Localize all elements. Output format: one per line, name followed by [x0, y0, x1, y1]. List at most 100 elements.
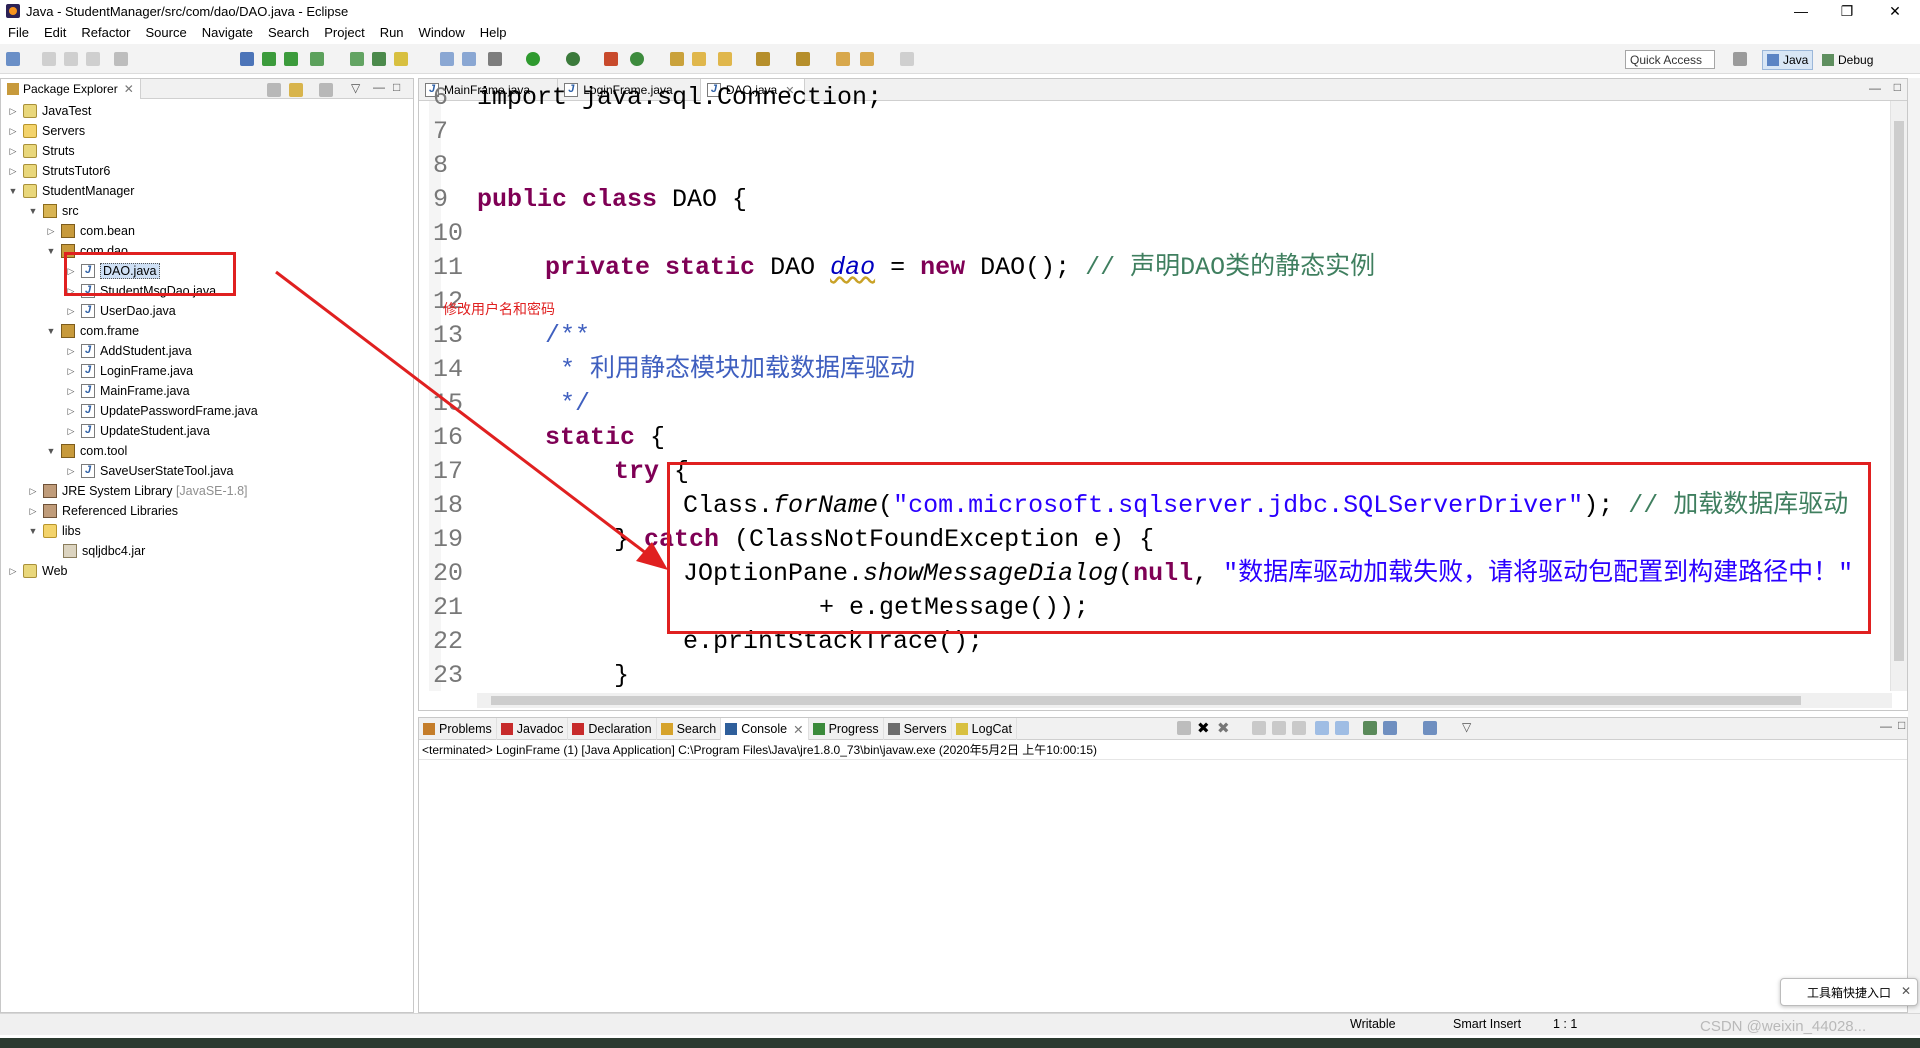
chevron-right-icon[interactable]: ▷	[7, 106, 19, 117]
package-explorer-tab[interactable]: Package Explorer ✕	[1, 78, 141, 99]
view-menu-icon[interactable]	[319, 83, 333, 97]
highlight-icon[interactable]	[394, 52, 408, 66]
print-icon[interactable]	[86, 52, 100, 66]
forward-icon[interactable]	[900, 52, 914, 66]
tree-item-updatestudent-java[interactable]: ▷ UpdateStudent.java	[65, 421, 210, 441]
tab-search[interactable]: Search	[657, 718, 722, 740]
tab-declaration[interactable]: Declaration	[568, 718, 657, 740]
chevron-right-icon[interactable]: ▷	[65, 466, 77, 477]
new-icon[interactable]	[6, 52, 20, 66]
chevron-right-icon[interactable]: ▷	[65, 406, 77, 417]
tree-item-javatest[interactable]: ▷ JavaTest	[7, 101, 91, 121]
minimize-icon[interactable]: —	[1778, 0, 1824, 22]
tree-item-struts[interactable]: ▷ Struts	[7, 141, 75, 161]
tree-item-loginframe-java[interactable]: ▷ LoginFrame.java	[65, 361, 193, 381]
word-wrap-icon[interactable]	[1292, 721, 1306, 735]
tab-logcat[interactable]: LogCat	[952, 718, 1017, 740]
tree-item-studentmanager[interactable]: ▼ StudentManager	[7, 181, 134, 201]
tree-item-com-tool[interactable]: ▼ com.tool	[45, 441, 127, 461]
view-menu-icon[interactable]: ▽	[1462, 720, 1471, 734]
menu-help[interactable]: Help	[480, 25, 507, 40]
refresh-icon[interactable]	[350, 52, 364, 66]
editor-vertical-scrollbar[interactable]	[1890, 101, 1907, 691]
close-view-icon[interactable]: ✕	[124, 82, 134, 96]
coverage-icon[interactable]	[566, 52, 580, 66]
chevron-right-icon[interactable]: ▷	[65, 346, 77, 357]
remove-launch-icon[interactable]: ✖	[1197, 719, 1210, 737]
chevron-right-icon[interactable]: ▷	[65, 386, 77, 397]
minimize-view-icon[interactable]: ▽	[351, 81, 360, 95]
show-stdout-icon[interactable]	[1315, 721, 1329, 735]
chevron-right-icon[interactable]: ▷	[7, 146, 19, 157]
display-console-icon[interactable]	[1383, 721, 1397, 735]
maximize-editor-icon[interactable]: □	[1894, 80, 1901, 94]
menu-project[interactable]: Project	[324, 25, 364, 40]
save-icon[interactable]	[42, 52, 56, 66]
menu-source[interactable]: Source	[146, 25, 187, 40]
toolbox-shortcut-popup[interactable]: 工具箱快捷入口 ✕	[1780, 978, 1918, 1006]
toggle-icon[interactable]	[440, 52, 454, 66]
chevron-down-icon[interactable]: ▼	[45, 246, 57, 256]
tree-item-referenced-libraries[interactable]: ▷ Referenced Libraries	[27, 501, 178, 521]
run-icon[interactable]	[526, 52, 540, 66]
save-all-icon[interactable]	[64, 52, 78, 66]
close-popup-icon[interactable]: ✕	[1901, 984, 1911, 998]
scroll-thumb[interactable]	[491, 696, 1801, 705]
menu-file[interactable]: File	[8, 25, 29, 40]
open-type-icon[interactable]	[692, 52, 706, 66]
tree-item-sqljdbc4-jar[interactable]: sqljdbc4.jar	[47, 541, 145, 561]
tree-item-com-frame[interactable]: ▼ com.frame	[45, 321, 139, 341]
menu-refactor[interactable]: Refactor	[81, 25, 130, 40]
terminal-icon[interactable]	[284, 52, 298, 66]
chevron-down-icon[interactable]: ▼	[27, 206, 39, 216]
clear-console-icon[interactable]	[1252, 721, 1266, 735]
new-java-project-icon[interactable]	[630, 52, 644, 66]
tree-item-mainframe-java[interactable]: ▷ MainFrame.java	[65, 381, 190, 401]
server-icon[interactable]	[372, 52, 386, 66]
menu-edit[interactable]: Edit	[44, 25, 66, 40]
editor-horizontal-scrollbar[interactable]	[477, 693, 1892, 708]
tree-item-web[interactable]: ▷ Web	[7, 561, 67, 581]
tree-item-jre-system-library[interactable]: ▷ JRE System Library [JavaSE-1.8]	[27, 481, 248, 501]
chevron-down-icon[interactable]: ▼	[45, 326, 57, 336]
chevron-right-icon[interactable]: ▷	[65, 426, 77, 437]
collapse-all-icon[interactable]	[267, 83, 281, 97]
tab-progress[interactable]: Progress	[809, 718, 884, 740]
open-console-icon[interactable]	[1423, 721, 1437, 735]
minimize-panel-icon[interactable]: —	[1880, 719, 1892, 733]
pin-console-icon[interactable]	[1363, 721, 1377, 735]
chevron-right-icon[interactable]: ▷	[27, 506, 39, 517]
menu-run[interactable]: Run	[380, 25, 404, 40]
last-edit-icon[interactable]	[836, 52, 850, 66]
tab-console[interactable]: Console ✕	[721, 718, 809, 740]
mark-icon[interactable]	[462, 52, 476, 66]
minimize-editor-icon[interactable]: —	[1869, 81, 1881, 95]
pin-icon[interactable]	[240, 52, 254, 66]
remove-all-icon[interactable]: ✖	[1217, 719, 1230, 737]
tree-item-src[interactable]: ▼ src	[27, 201, 79, 221]
check-icon[interactable]	[310, 52, 324, 66]
restore-icon[interactable]: ❐	[1824, 0, 1870, 22]
chevron-down-icon[interactable]: ▼	[27, 526, 39, 536]
tree-item-com-bean[interactable]: ▷ com.bean	[45, 221, 135, 241]
tab-javadoc[interactable]: Javadoc	[497, 718, 569, 740]
tree-item-strutstutor6[interactable]: ▷ StrutsTutor6	[7, 161, 110, 181]
tree-item-userdao-java[interactable]: ▷ UserDao.java	[65, 301, 176, 321]
debug-icon[interactable]	[488, 52, 502, 66]
chevron-right-icon[interactable]: ▷	[7, 166, 19, 177]
external-tools-icon[interactable]	[604, 52, 618, 66]
back-icon[interactable]	[860, 52, 874, 66]
maximize-panel-icon[interactable]: □	[1898, 718, 1905, 732]
chevron-right-icon[interactable]: ▷	[65, 366, 77, 377]
scroll-thumb[interactable]	[1894, 121, 1904, 661]
tab-servers[interactable]: Servers	[884, 718, 952, 740]
search-icon[interactable]	[718, 52, 732, 66]
scroll-lock-icon[interactable]	[1272, 721, 1286, 735]
link-editor-icon[interactable]	[289, 83, 303, 97]
chevron-right-icon[interactable]: ▷	[7, 126, 19, 137]
print-preview-icon[interactable]	[114, 52, 128, 66]
close-tab-icon[interactable]: ✕	[793, 722, 803, 737]
open-perspective-icon[interactable]	[1733, 52, 1747, 66]
chevron-right-icon[interactable]: ▷	[65, 306, 77, 317]
menu-search[interactable]: Search	[268, 25, 309, 40]
